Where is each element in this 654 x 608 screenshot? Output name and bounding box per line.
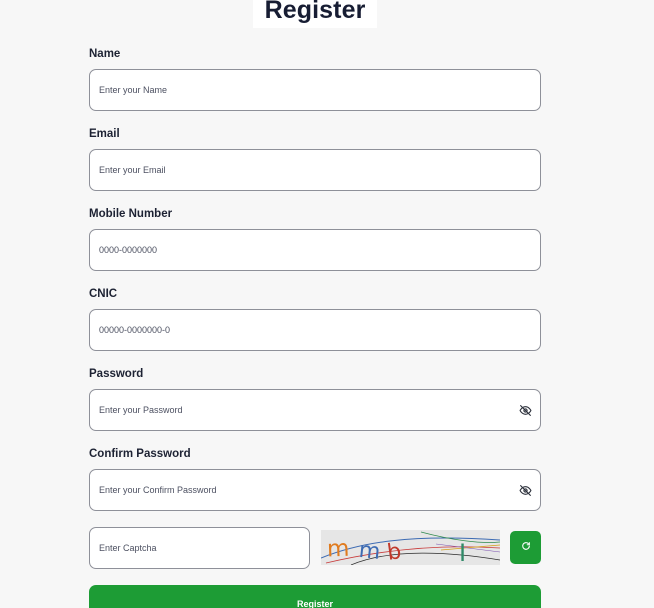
svg-text:m: m — [358, 538, 382, 565]
svg-text:I: I — [459, 539, 466, 565]
password-label: Password — [89, 368, 144, 380]
eye-off-icon[interactable] — [519, 404, 532, 417]
register-button[interactable]: Register — [89, 585, 541, 608]
password-field-group: Password — [89, 367, 541, 431]
confirm-password-label: Confirm Password — [89, 448, 191, 460]
email-label: Email — [89, 128, 120, 140]
email-input[interactable] — [90, 150, 540, 190]
captcha-image: m m b I — [321, 530, 500, 565]
cnic-label: CNIC — [89, 288, 118, 300]
captcha-text: m — [327, 536, 350, 563]
eye-off-icon[interactable] — [519, 484, 532, 497]
mobile-label: Mobile Number — [89, 208, 173, 220]
email-field-group: Email — [89, 127, 541, 191]
mobile-field-group: Mobile Number — [89, 207, 541, 271]
name-label: Name — [89, 48, 121, 60]
register-page: Register Name Email Mobile Number CNIC P… — [0, 0, 654, 608]
cnic-field-group: CNIC — [89, 287, 541, 351]
email-input-box — [89, 149, 541, 191]
confirm-password-input-box — [89, 469, 541, 511]
confirm-password-field-group: Confirm Password — [89, 447, 541, 511]
name-input[interactable] — [90, 70, 540, 110]
captcha-input[interactable] — [90, 528, 309, 568]
cnic-input[interactable] — [90, 310, 540, 350]
confirm-password-input[interactable] — [90, 470, 540, 510]
mobile-input-box — [89, 229, 541, 271]
refresh-captcha-button[interactable] — [510, 531, 541, 564]
refresh-icon — [521, 541, 531, 554]
title-wrap: Register — [0, 0, 630, 28]
cnic-input-box — [89, 309, 541, 351]
password-input-box — [89, 389, 541, 431]
mobile-input[interactable] — [90, 230, 540, 270]
captcha-input-box — [89, 527, 310, 569]
password-input[interactable] — [90, 390, 540, 430]
name-input-box — [89, 69, 541, 111]
page-title: Register — [252, 0, 378, 28]
name-field-group: Name — [89, 47, 541, 111]
